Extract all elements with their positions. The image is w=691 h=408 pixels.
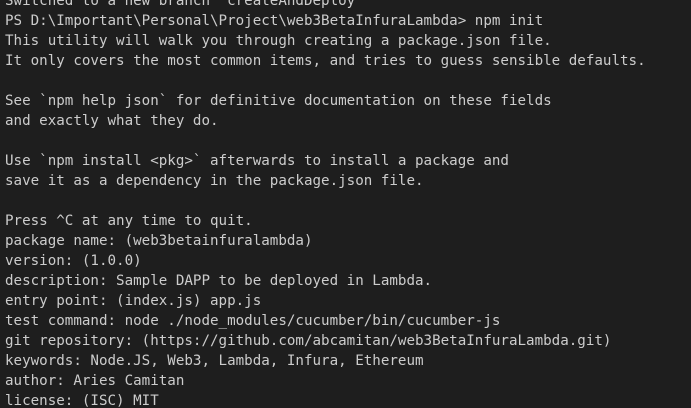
terminal-line-author: author: Aries Camitan [5,373,185,389]
terminal-line-description: description: Sample DAPP to be deployed … [5,273,433,289]
terminal-line-test-command: test command: node ./node_modules/cucumb… [5,313,501,329]
terminal-output: Switched to a new branch 'createAndDeplo… [5,0,691,408]
terminal-line: save it as a dependency in the package.j… [5,173,424,189]
terminal-line: Use `npm install <pkg>` afterwards to in… [5,153,509,169]
terminal-line: This utility will walk you through creat… [5,33,552,49]
terminal-panel[interactable]: Switched to a new branch 'createAndDeplo… [0,0,691,408]
terminal-line-keywords: keywords: Node.JS, Web3, Lambda, Infura,… [5,353,424,369]
terminal-line: and exactly what they do. [5,113,219,129]
terminal-line-package-name: package name: (web3betainfuralambda) [5,233,313,249]
terminal-line-version: version: (1.0.0) [5,253,142,269]
terminal-line-license: license: (ISC) MIT [5,393,159,408]
terminal-line: See `npm help json` for definitive docum… [5,93,552,109]
terminal-line-entry-point: entry point: (index.js) app.js [5,293,262,309]
terminal-line: It only covers the most common items, an… [5,53,646,69]
terminal-line-prompt-command: PS D:\Important\Personal\Project\web3Bet… [5,13,544,29]
terminal-line: Press ^C at any time to quit. [5,213,253,229]
terminal-line-branch-switch: Switched to a new branch 'createAndDeplo… [5,0,364,9]
terminal-line-git-repository: git repository: (https://github.com/abca… [5,333,612,349]
